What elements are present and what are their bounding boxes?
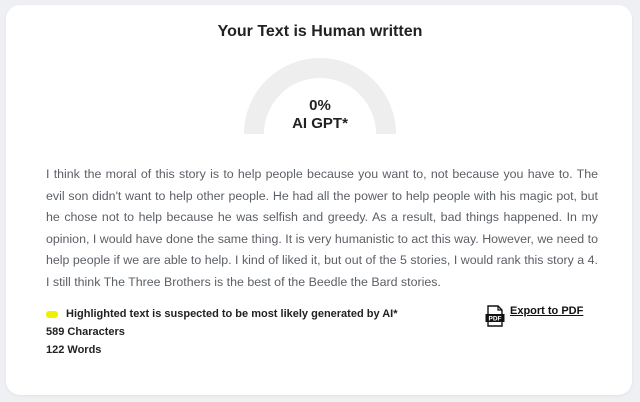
gauge-label: AI GPT*: [292, 115, 348, 132]
pdf-icon-text: PDF: [489, 316, 502, 323]
legend-text: Highlighted text is suspected to be most…: [66, 308, 398, 320]
highlight-swatch: [46, 310, 58, 318]
analyzed-text: I think the moral of this story is to he…: [46, 167, 598, 289]
character-count: 589 Characters: [46, 326, 125, 338]
pdf-icon: PDF: [485, 305, 505, 327]
result-title: Your Text is Human written: [217, 23, 423, 40]
export-pdf-label[interactable]: Export to PDF: [510, 305, 583, 317]
export-pdf-button[interactable]: PDF Export to PDF: [485, 305, 583, 327]
highlight-legend: Highlighted text is suspected to be most…: [46, 308, 398, 320]
gauge-percentage: 0%: [309, 97, 331, 114]
word-count: 122 Words: [46, 344, 102, 356]
